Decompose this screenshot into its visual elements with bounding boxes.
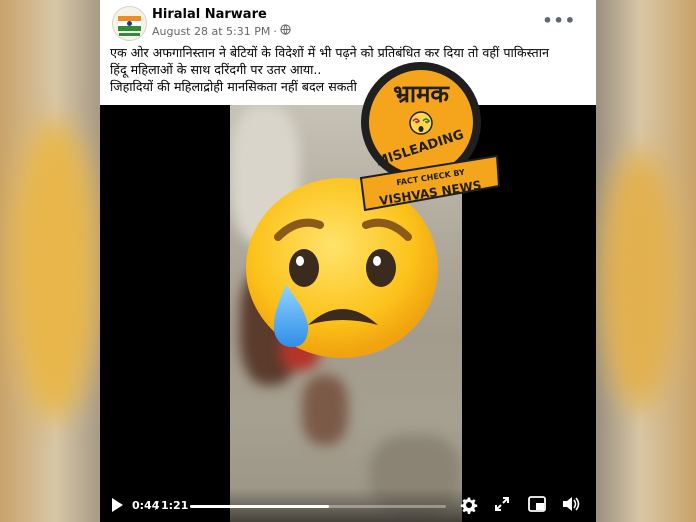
miniplayer-icon[interactable]: [528, 496, 546, 515]
play-icon[interactable]: [110, 497, 124, 516]
post-text-line: हिंदू महिलाओं के साथ दरिंदगी पर उतर आया.…: [110, 62, 322, 77]
badge-word: भ्रामक: [393, 80, 450, 108]
progress-fill: [190, 505, 329, 508]
facebook-post: Hiralal Narware August 28 at 5:31 PM · •…: [100, 0, 596, 522]
video-player[interactable]: 0:44 / 1:21: [100, 105, 596, 522]
post-header: Hiralal Narware August 28 at 5:31 PM · •…: [100, 0, 596, 42]
total-time: 1:21: [161, 499, 189, 512]
post-text-line: जिहादियों की महिलाद्रोही मानसिकता नहीं ब…: [110, 79, 357, 94]
settings-icon[interactable]: [460, 496, 478, 517]
background-emoji-blur-left: [10, 120, 100, 420]
author-name[interactable]: Hiralal Narware: [152, 7, 267, 22]
meta-separator: ·: [273, 24, 277, 38]
volume-icon[interactable]: [562, 496, 580, 515]
post-text: एक ओर अफगानिस्तान ने बेटियों के विदेशों …: [110, 44, 580, 95]
avatar[interactable]: [112, 6, 147, 41]
time-separator: /: [155, 499, 159, 512]
background-emoji-blur-right: [600, 150, 680, 410]
video-controls: 0:44 / 1:21: [100, 488, 596, 522]
globe-icon: [280, 24, 291, 38]
fact-check-badge: भ्रामक MISLEADING FACT CHECK BY VISHVAS …: [355, 60, 501, 220]
progress-bar[interactable]: [190, 505, 446, 508]
post-meta: August 28 at 5:31 PM ·: [152, 24, 291, 38]
post-date[interactable]: August 28 at 5:31 PM: [152, 25, 270, 38]
post-text-line: एक ओर अफगानिस्तान ने बेटियों के विदेशों …: [110, 45, 549, 60]
more-options-button[interactable]: •••: [542, 11, 576, 30]
expand-icon[interactable]: [494, 496, 510, 515]
frame-leg: [302, 375, 348, 445]
